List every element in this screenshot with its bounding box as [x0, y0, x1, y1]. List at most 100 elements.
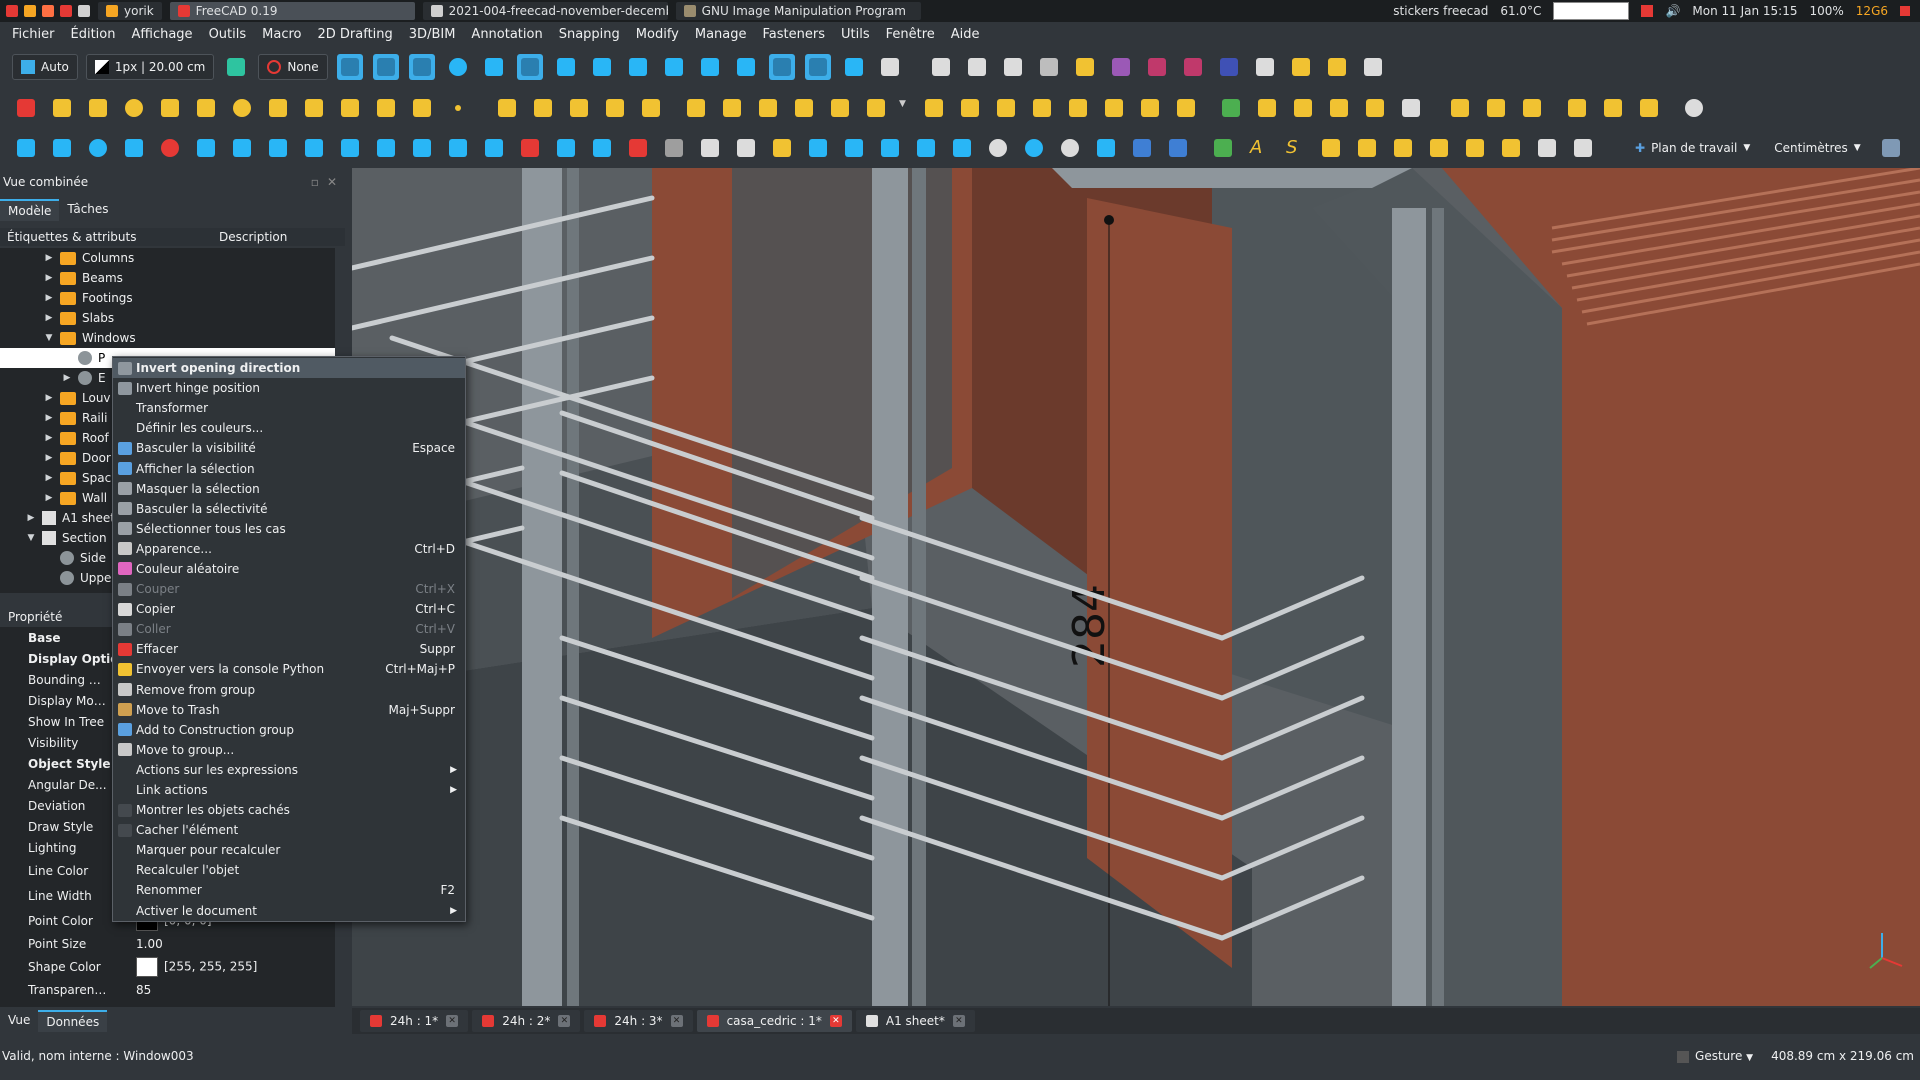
report-icon[interactable]	[1360, 54, 1386, 80]
add-icon[interactable]	[697, 135, 723, 161]
group-icon[interactable]	[661, 135, 687, 161]
arrow-down-icon[interactable]	[589, 135, 615, 161]
arch-rebar-icon[interactable]	[566, 95, 592, 121]
menu-outils[interactable]: Outils	[201, 27, 255, 42]
spreadsheet-icon[interactable]	[1324, 54, 1350, 80]
snap-perpendicular-icon[interactable]	[553, 54, 579, 80]
boolean-icon[interactable]	[985, 135, 1011, 161]
snap-angle-icon[interactable]	[481, 54, 507, 80]
menu-item-add-to-construction-group[interactable]: Add to Construction group	[113, 720, 465, 740]
snap-dimensions-icon[interactable]	[841, 54, 867, 80]
chevron-right-icon[interactable]: ▶	[44, 293, 54, 303]
chevron-down-icon[interactable]: ▼	[26, 533, 36, 543]
arch-cutplane-icon[interactable]	[1326, 95, 1352, 121]
union-icon[interactable]	[1021, 135, 1047, 161]
chevron-right-icon[interactable]: ▶	[44, 273, 54, 283]
arch-site-icon[interactable]	[683, 95, 709, 121]
snap-lock-icon[interactable]	[336, 54, 363, 80]
mirror-icon[interactable]	[265, 135, 291, 161]
menu-fasteners[interactable]: Fasteners	[755, 27, 833, 42]
quantities-icon[interactable]	[1288, 54, 1314, 80]
arch-profile-icon[interactable]	[1173, 95, 1199, 121]
arch-pipe-icon[interactable]	[863, 95, 889, 121]
building-icon[interactable]	[964, 54, 990, 80]
tray-search-input[interactable]	[1553, 2, 1630, 20]
construction-mode-button[interactable]: Auto	[12, 54, 78, 80]
ellipse-icon[interactable]	[229, 95, 255, 121]
property-row-shape-color[interactable]: Shape Color [255, 255, 255]	[0, 954, 335, 979]
menu-edition[interactable]: Édition	[63, 27, 124, 42]
arc-icon[interactable]	[157, 95, 183, 121]
float-icon[interactable]: ▫	[311, 175, 319, 189]
menu-item-marquer-pour-recalculer[interactable]: Marquer pour recalculer	[113, 840, 465, 860]
array-grid-icon[interactable]	[805, 135, 831, 161]
menu-item-recalculer-l-objet[interactable]: Recalculer l'objet	[113, 860, 465, 880]
line-icon[interactable]	[49, 95, 75, 121]
menu-item-cacher-l-element[interactable]: Cacher l'élément	[113, 820, 465, 840]
property-row-point-size[interactable]: Point Size 1.00	[0, 933, 335, 954]
menu-item-selectionner-tous-les-cas[interactable]: Sélectionner tous les cas	[113, 519, 465, 539]
point-icon[interactable]	[445, 95, 471, 121]
arch-roof-icon[interactable]	[1029, 95, 1055, 121]
snap-near-icon[interactable]	[697, 54, 723, 80]
polygon-icon[interactable]	[265, 95, 291, 121]
close-icon[interactable]: ✕	[829, 1015, 842, 1027]
task-freecad[interactable]: FreeCAD 0.19	[169, 2, 415, 20]
menu-item-copier[interactable]: Copier Ctrl+C	[113, 599, 465, 619]
arch-stairs-icon[interactable]	[921, 95, 947, 121]
menu-aide[interactable]: Aide	[943, 27, 988, 42]
arch-slab-icon[interactable]	[827, 95, 853, 121]
chevron-right-icon[interactable]: ▶	[44, 473, 54, 483]
circle-icon[interactable]	[121, 95, 147, 121]
arch-column-icon[interactable]	[755, 95, 781, 121]
array-icon[interactable]	[337, 135, 363, 161]
subtract-red-icon[interactable]	[517, 135, 543, 161]
tab-vue[interactable]: Vue	[0, 1010, 38, 1032]
tools-icon[interactable]	[928, 54, 954, 80]
volume-icon[interactable]: 🔊	[1665, 4, 1680, 18]
close-window-icon[interactable]	[1900, 6, 1910, 16]
task-yorik[interactable]: yorik	[98, 2, 162, 20]
chevron-right-icon[interactable]: ▶	[26, 513, 36, 523]
dimension-icon[interactable]	[1318, 135, 1344, 161]
menu-item-apparence[interactable]: Apparence... Ctrl+D	[113, 539, 465, 559]
ifc-explorer-icon[interactable]	[1216, 54, 1242, 80]
upgrade-icon[interactable]	[229, 135, 255, 161]
arch-frame-icon[interactable]	[1065, 95, 1091, 121]
arch-schedule-icon[interactable]	[1636, 95, 1662, 121]
label-icon[interactable]	[1354, 135, 1380, 161]
tab-modele[interactable]: Modèle	[0, 199, 60, 221]
doc-tab-a1-sheet[interactable]: A1 sheet* ✕	[855, 1010, 975, 1032]
units-select[interactable]: Centimètres ▼	[1766, 135, 1868, 161]
menu-item-actions-sur-les-expressions[interactable]: Actions sur les expressions ▶	[113, 760, 465, 780]
extrude-icon[interactable]	[949, 135, 975, 161]
arch-box-icon[interactable]	[1398, 95, 1424, 121]
menu-item-montrer-les-objets-caches[interactable]: Montrer les objets cachés	[113, 800, 465, 820]
property-value[interactable]: 1.00	[108, 937, 163, 951]
split-icon[interactable]	[301, 135, 327, 161]
menu-macro[interactable]: Macro	[254, 27, 309, 42]
menu-item-envoyer-vers-la-console-python[interactable]: Envoyer vers la console Python Ctrl+Maj+P	[113, 659, 465, 679]
chevron-right-icon[interactable]: ▶	[44, 493, 54, 503]
point-array-icon[interactable]	[913, 135, 939, 161]
snap-midpoint-icon[interactable]	[408, 54, 435, 80]
schedule-icon[interactable]	[1144, 54, 1170, 80]
snap-ortho-icon[interactable]	[733, 54, 759, 80]
chevron-right-icon[interactable]: ▶	[44, 433, 54, 443]
bezier-icon[interactable]	[373, 95, 399, 121]
menu-item-couleur-aleatoire[interactable]: Couleur aléatoire	[113, 559, 465, 579]
clone-icon[interactable]	[409, 135, 435, 161]
wire-to-curve-icon[interactable]	[481, 135, 507, 161]
menu-utils[interactable]: Utils	[833, 27, 878, 42]
arch-door-icon[interactable]	[1564, 95, 1590, 121]
move-icon[interactable]	[13, 135, 39, 161]
menu-item-masquer-la-selection[interactable]: Masquer la sélection	[113, 479, 465, 499]
arch-beam-icon[interactable]	[791, 95, 817, 121]
task-gimp[interactable]: GNU Image Manipulation Program	[675, 2, 921, 20]
property-value[interactable]: [255, 255, 255]	[108, 956, 257, 977]
intersect-icon[interactable]	[1057, 135, 1083, 161]
stretch-icon[interactable]	[49, 135, 75, 161]
menu-item-activer-le-document[interactable]: Activer le document ▶	[113, 901, 465, 921]
panel-toggle-icon[interactable]	[1878, 135, 1904, 161]
ifc-icon[interactable]	[1180, 54, 1206, 80]
